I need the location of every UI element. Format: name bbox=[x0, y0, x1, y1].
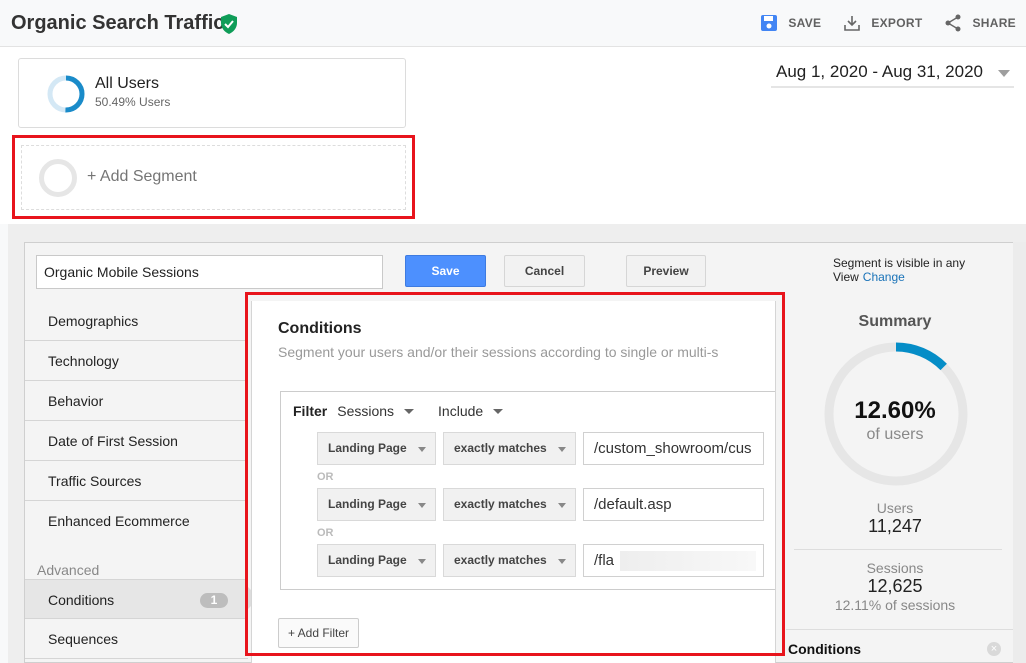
remove-conditions-icon[interactable]: × bbox=[987, 642, 1001, 656]
nav-item-date-of-first-session[interactable]: Date of First Session bbox=[25, 421, 248, 461]
empty-segment-circle-icon bbox=[39, 159, 77, 197]
date-range-value: Aug 1, 2020 - Aug 31, 2020 bbox=[776, 62, 984, 81]
download-icon bbox=[844, 16, 861, 31]
match-value-input[interactable]: /custom_showroom/cus bbox=[583, 432, 764, 465]
summary-conditions-label: Conditions bbox=[788, 641, 862, 657]
filter-header: Filter Sessions Include bbox=[293, 403, 517, 419]
segment-share: 50.49% Users bbox=[95, 95, 171, 109]
summary-divider bbox=[794, 549, 1002, 550]
preview-button[interactable]: Preview bbox=[626, 255, 706, 287]
filter-group: Filter Sessions Include Landing Page exa… bbox=[280, 391, 775, 590]
sessions-value: 12,625 bbox=[867, 576, 923, 596]
dimension-value: Landing Page bbox=[328, 553, 407, 567]
add-segment-highlight: + Add Segment bbox=[12, 135, 415, 219]
match-value-text: /fla bbox=[594, 552, 615, 569]
operator-dropdown[interactable]: exactly matches bbox=[443, 488, 576, 521]
segment-name-input[interactable] bbox=[36, 255, 383, 289]
visibility-note: Segment is visible in any View Change bbox=[833, 256, 983, 284]
cancel-button[interactable]: Cancel bbox=[504, 255, 585, 287]
conditions-description: Segment your users and/or their sessions… bbox=[278, 344, 719, 360]
nav-item-sequences[interactable]: Sequences bbox=[25, 619, 248, 659]
conditions-panel: Conditions Segment your users and/or the… bbox=[251, 301, 776, 663]
caret-down-icon bbox=[558, 503, 566, 508]
export-label: EXPORT bbox=[871, 16, 923, 30]
nav-item-demographics[interactable]: Demographics bbox=[25, 301, 248, 341]
date-range-picker[interactable]: Aug 1, 2020 - Aug 31, 2020 bbox=[771, 58, 1014, 88]
conditions-count-badge: 1 bbox=[200, 593, 228, 608]
add-segment-button[interactable]: + Add Segment bbox=[21, 145, 406, 210]
scrollbar-track[interactable] bbox=[1013, 242, 1026, 663]
dimension-value: Landing Page bbox=[328, 441, 407, 455]
save-button[interactable]: Save bbox=[405, 255, 486, 287]
advanced-heading: Advanced bbox=[37, 562, 100, 578]
redacted-overlay bbox=[620, 551, 756, 571]
share-button[interactable]: SHARE bbox=[944, 14, 1016, 32]
caret-down-icon bbox=[418, 503, 426, 508]
dimension-dropdown[interactable]: Landing Page bbox=[317, 488, 436, 521]
report-title: Organic Search Traffic bbox=[11, 12, 225, 34]
dimension-value: Landing Page bbox=[328, 497, 407, 511]
save-icon bbox=[761, 15, 778, 31]
segment-donut-icon bbox=[47, 75, 85, 113]
users-label: Users bbox=[876, 500, 914, 516]
add-filter-button[interactable]: + Add Filter bbox=[278, 618, 359, 648]
conditions-title: Conditions bbox=[278, 320, 362, 337]
summary-percent-label: of users bbox=[866, 426, 924, 443]
filter-label: Filter bbox=[293, 403, 328, 419]
nav-item-label: Conditions bbox=[48, 592, 115, 608]
chevron-down-icon bbox=[998, 70, 1010, 77]
or-separator: OR bbox=[317, 471, 334, 483]
caret-down-icon bbox=[418, 559, 426, 564]
operator-value: exactly matches bbox=[454, 497, 547, 511]
caret-down-icon bbox=[493, 408, 504, 414]
scope-value: Sessions bbox=[337, 403, 395, 419]
match-value-input[interactable]: /default.asp bbox=[583, 488, 764, 521]
caret-down-icon bbox=[558, 559, 566, 564]
nav-item-enhanced-ecommerce[interactable]: Enhanced Ecommerce bbox=[25, 501, 248, 541]
caret-down-icon bbox=[558, 447, 566, 452]
operator-value: exactly matches bbox=[454, 553, 547, 567]
segment-card-all-users[interactable]: All Users 50.49% Users bbox=[18, 58, 406, 128]
share-icon bbox=[945, 14, 961, 32]
sessions-share: 12.11% of sessions bbox=[834, 597, 956, 613]
share-label: SHARE bbox=[972, 16, 1016, 30]
include-value: Include bbox=[438, 403, 484, 419]
save-report-button[interactable]: SAVE bbox=[760, 14, 821, 32]
dimension-dropdown[interactable]: Landing Page bbox=[317, 432, 436, 465]
export-button[interactable]: EXPORT bbox=[843, 14, 922, 32]
summary-percent: 12.60% bbox=[854, 397, 936, 424]
operator-dropdown[interactable]: exactly matches bbox=[443, 432, 576, 465]
scope-dropdown[interactable]: Sessions bbox=[337, 403, 415, 419]
add-segment-label: + Add Segment bbox=[87, 168, 197, 185]
save-label: SAVE bbox=[788, 16, 822, 30]
dimension-dropdown[interactable]: Landing Page bbox=[317, 544, 436, 577]
report-header: Organic Search Traffic SAVE EXPORT SHARE bbox=[0, 0, 1026, 47]
match-value-input[interactable]: /fla bbox=[583, 544, 764, 577]
segment-bar: All Users 50.49% Users + Add Segment Aug… bbox=[0, 47, 1026, 224]
users-value: 11,247 bbox=[868, 516, 922, 536]
verified-shield-icon bbox=[221, 14, 237, 34]
nav-item-traffic-sources[interactable]: Traffic Sources bbox=[25, 461, 248, 501]
operator-value: exactly matches bbox=[454, 441, 547, 455]
segment-name: All Users bbox=[95, 75, 160, 92]
sessions-label: Sessions bbox=[866, 560, 924, 576]
nav-item-technology[interactable]: Technology bbox=[25, 341, 248, 381]
nav-item-behavior[interactable]: Behavior bbox=[25, 381, 248, 421]
or-separator: OR bbox=[317, 527, 334, 539]
builder-nav: Demographics Technology Behavior Date of… bbox=[25, 301, 248, 659]
nav-item-conditions[interactable]: Conditions 1 bbox=[25, 579, 248, 619]
caret-down-icon bbox=[404, 408, 415, 414]
summary-title: Summary bbox=[858, 313, 932, 330]
operator-dropdown[interactable]: exactly matches bbox=[443, 544, 576, 577]
summary-divider bbox=[786, 629, 1013, 630]
caret-down-icon bbox=[418, 447, 426, 452]
change-visibility-link[interactable]: Change bbox=[863, 270, 905, 284]
include-dropdown[interactable]: Include bbox=[438, 403, 504, 419]
